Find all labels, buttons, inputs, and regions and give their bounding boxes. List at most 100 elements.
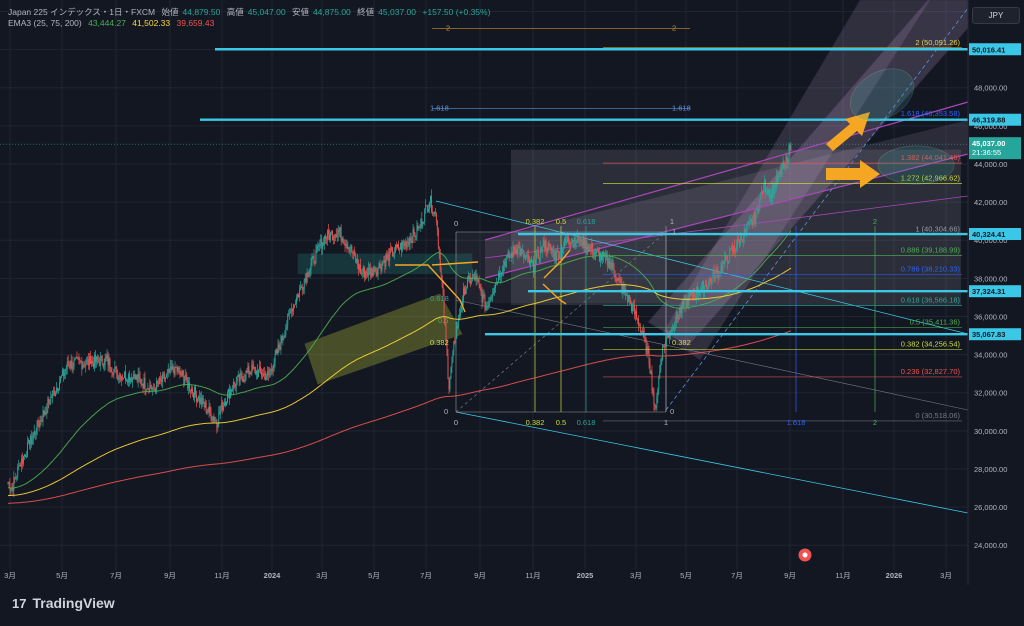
candle-body <box>352 252 354 254</box>
candle-body <box>288 313 290 315</box>
candle-body <box>727 260 729 264</box>
candle-body <box>365 272 367 274</box>
candle-body <box>649 363 651 374</box>
candle-body <box>665 340 667 348</box>
indicator-info[interactable]: EMA3 (25, 75, 200) 43,444.27 41,502.33 3… <box>8 18 218 28</box>
candle-body <box>759 199 761 211</box>
candle-body <box>142 383 144 389</box>
candle-body <box>751 219 753 226</box>
candle-body <box>518 247 520 249</box>
fib-level-label: 0.382 (34,256.54) <box>901 340 961 349</box>
candle-body <box>163 374 165 380</box>
candle-body <box>368 267 370 269</box>
fib-level-label: 0.236 (32,827.70) <box>901 367 961 376</box>
candle-body <box>262 375 263 377</box>
candle-body <box>631 303 633 312</box>
candle-body <box>283 335 285 339</box>
candle-body <box>299 286 301 291</box>
candle-body <box>198 396 200 404</box>
candle-body <box>524 255 526 259</box>
candle-body <box>487 306 489 307</box>
candle-body <box>633 304 634 306</box>
symbol-name: Japan 225 インデックス・1日・FXCM <box>8 7 156 17</box>
candle-body <box>588 245 590 252</box>
candle-body <box>572 240 574 242</box>
y-tick-label: 48,000.00 <box>974 84 1007 93</box>
candle-body <box>384 260 386 267</box>
candle-body <box>556 250 558 261</box>
candle-body <box>502 265 504 271</box>
candle-body <box>551 251 553 252</box>
candle-body <box>678 313 680 320</box>
candle-body <box>315 250 317 264</box>
candle-body <box>347 247 349 249</box>
candle-body <box>339 227 341 232</box>
candle-body <box>190 390 192 392</box>
candle-body <box>206 411 208 413</box>
candle-body <box>673 324 675 329</box>
candle-body <box>407 241 409 243</box>
candle-body <box>733 245 735 253</box>
candle-body <box>236 376 238 381</box>
fib-level-label: 0.5 (35,411.36) <box>910 318 961 327</box>
candle-body <box>423 221 425 223</box>
candle-body <box>303 280 305 290</box>
candle-body <box>271 369 273 372</box>
candle-body <box>264 373 266 380</box>
candle-body <box>670 329 672 331</box>
candle-body <box>130 377 132 383</box>
candle-body <box>765 180 767 193</box>
candle-body <box>102 364 104 368</box>
tradingview-logo[interactable]: 17 TradingView <box>12 595 115 611</box>
candle-body <box>74 358 76 361</box>
candle-body <box>89 356 91 366</box>
candle-body <box>764 180 766 189</box>
candle-body <box>147 388 149 390</box>
currency-button[interactable]: JPY <box>972 7 1020 24</box>
candle-body <box>417 225 419 228</box>
candle-body <box>648 348 650 364</box>
y-tick-label: 28,000.00 <box>974 465 1007 474</box>
candle-body <box>296 297 297 304</box>
candle-body <box>292 309 294 312</box>
candle-body <box>257 370 259 377</box>
candle-body <box>152 387 154 390</box>
candle-body <box>52 391 54 398</box>
candle-body <box>330 231 332 233</box>
candle-body <box>153 387 155 389</box>
candle-body <box>454 341 456 343</box>
x-tick-label: 5月 <box>56 571 68 580</box>
fib-top-label: 1 <box>670 217 674 226</box>
level-tag-text: 37,324.31 <box>972 287 1005 296</box>
candle-body <box>184 379 186 385</box>
candle-body <box>139 377 141 380</box>
candle-body <box>150 385 152 388</box>
candle-body <box>449 378 451 390</box>
candle-body <box>732 247 734 253</box>
candle-body <box>674 322 676 325</box>
price-chart[interactable]: 2 (50,091.26)1.618 (46,353.58)1.382 (44,… <box>0 0 1024 585</box>
candle-body <box>490 298 492 301</box>
candle-body <box>772 185 774 195</box>
candle-body <box>246 371 248 373</box>
candle-body <box>334 234 336 238</box>
candle-body <box>51 397 53 398</box>
candle-body <box>242 378 244 383</box>
candle-body <box>672 328 674 330</box>
candle-body <box>620 280 622 284</box>
candle-body <box>188 382 190 389</box>
candle-body <box>24 454 25 456</box>
candle-body <box>196 398 198 402</box>
close-value: 45,037.00 <box>378 7 416 17</box>
candle-body <box>17 467 19 477</box>
candle-body <box>744 228 746 233</box>
candle-body <box>433 211 435 214</box>
x-tick-label: 5月 <box>680 571 692 580</box>
candle-body <box>465 288 466 295</box>
ema200-value: 39,659.43 <box>176 18 215 28</box>
candle-body <box>430 195 431 203</box>
candle-body <box>358 264 360 270</box>
candle-body <box>326 239 328 240</box>
candle-body <box>739 235 741 246</box>
candle-body <box>522 250 524 251</box>
